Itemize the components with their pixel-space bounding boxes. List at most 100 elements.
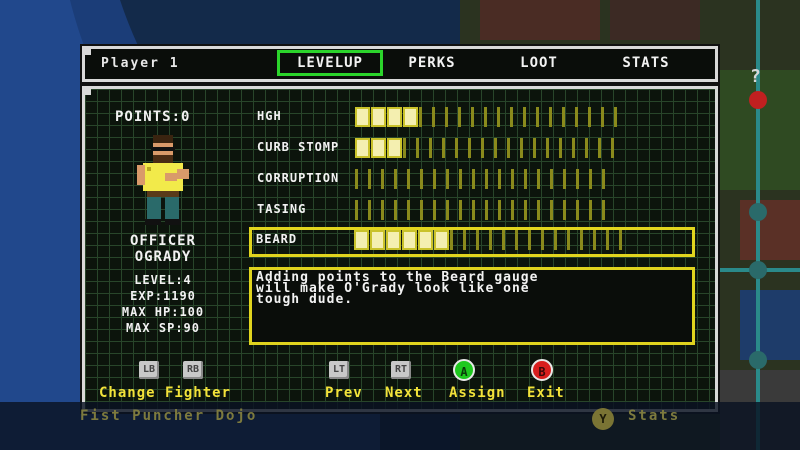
b-button-icon[interactable]: B [531,359,553,381]
lb-button-icon[interactable]: LB [139,361,159,379]
tab-levelup[interactable]: LEVELUP [277,50,383,76]
assign-label[interactable]: Assign [449,385,506,401]
gauge-segment-empty [580,230,583,250]
gauge-segment-empty [450,230,453,250]
gauge-segment-empty [442,138,445,158]
levelup-panel: POINTS:0 OFFICER OGRADY LEVEL:4 EXP:1190… [82,86,718,412]
gauge-segment-empty [476,230,479,250]
gauge-segment-empty [458,107,461,127]
gauge-segment-empty [463,230,466,250]
gauge-segment-empty [589,200,592,220]
gauge-segment-empty [407,200,410,220]
tab-perks[interactable]: PERKS [397,53,467,73]
skill-gauge [355,107,691,127]
location-label: Fist Puncher Dojo [80,408,258,424]
gauge-segment-empty [484,107,487,127]
a-button-icon[interactable]: A [453,359,475,381]
gauge-segment-empty [528,230,531,250]
gauge-segment-empty [497,107,500,127]
gauge-segment-empty [355,200,358,220]
map-marker-red [749,91,767,109]
gauge-segment-empty [537,169,540,189]
gauge-segment-empty [550,200,553,220]
skill-row-beard[interactable]: BEARD [249,227,695,257]
gauge-segment-filled [355,138,370,158]
gauge-segment-filled [370,230,385,250]
gauge-segment-empty [576,169,579,189]
gauge-segment-empty [468,138,471,158]
gauge-segment-empty [511,169,514,189]
gauge-segment-empty [602,200,605,220]
gauge-segment-empty [576,200,579,220]
exit-label[interactable]: Exit [527,385,565,401]
gauge-segment-empty [572,138,575,158]
gauge-segment-empty [485,169,488,189]
gauge-segment-empty [588,107,591,127]
gauge-segment-empty [498,169,501,189]
gauge-segment-empty [416,138,419,158]
gauge-segment-empty [524,200,527,220]
gauge-segment-empty [368,169,371,189]
rb-button-icon[interactable]: RB [183,361,203,379]
gauge-segment-empty [459,200,462,220]
gauge-segment-empty [567,230,570,250]
gauge-segment-empty [537,200,540,220]
gauge-segment-empty [546,138,549,158]
skill-description-box: Adding points to the Beard gauge will ma… [249,267,695,345]
skill-points-label: POINTS:0 [115,109,191,125]
skill-label: CURB STOMP [257,140,340,154]
gauge-segment-empty [593,230,596,250]
gauge-segment-empty [510,107,513,127]
y-button-icon[interactable]: Y [592,408,614,430]
gauge-segment-empty [419,107,422,127]
change-fighter-label[interactable]: Change Fighter [99,385,231,401]
gauge-segment-filled [418,230,433,250]
gauge-segment-empty [481,138,484,158]
skill-label: CORRUPTION [257,171,340,185]
skill-gauge [355,138,691,158]
exp-stat: EXP:1190 [130,289,196,303]
gauge-segment-filled [403,107,418,127]
gauge-segment-empty [432,107,435,127]
gauge-segment-empty [563,200,566,220]
gauge-segment-empty [433,169,436,189]
tab-loot[interactable]: LOOT [509,53,569,73]
gauge-segment-empty [507,138,510,158]
gauge-segment-empty [446,200,449,220]
stats-hint-label[interactable]: Stats [628,408,680,424]
prev-label[interactable]: Prev [325,385,363,401]
gauge-segment-empty [455,138,458,158]
map-mystery-icon: ? [750,66,761,87]
gauge-segment-empty [420,169,423,189]
next-label[interactable]: Next [385,385,423,401]
gauge-segment-empty [563,169,566,189]
gauge-segment-filled [402,230,417,250]
gauge-segment-empty [619,230,622,250]
tab-stats[interactable]: STATS [611,53,681,73]
gauge-segment-empty [429,138,432,158]
max-sp-stat: MAX SP:90 [125,321,201,335]
gauge-segment-empty [394,169,397,189]
lt-button-icon[interactable]: LT [329,361,349,379]
gauge-segment-empty [585,138,588,158]
gauge-segment-empty [494,138,497,158]
max-hp-stat: MAX HP:100 [121,305,205,319]
gauge-segment-empty [606,230,609,250]
gauge-segment-empty [485,200,488,220]
gauge-segment-empty [381,169,384,189]
skill-gauge [354,230,690,250]
rt-button-icon[interactable]: RT [391,361,411,379]
bottom-status-bar: Fist Puncher Dojo Y Stats [0,402,800,450]
gauge-segment-empty [489,230,492,250]
gauge-segment-empty [589,169,592,189]
gauge-segment-filled [371,107,386,127]
gauge-segment-filled [355,107,370,127]
gauge-segment-empty [562,107,565,127]
gauge-segment-empty [471,107,474,127]
gauge-segment-filled [386,230,401,250]
gauge-segment-empty [472,169,475,189]
level-stat: LEVEL:4 [134,273,192,287]
gauge-segment-empty [446,169,449,189]
gauge-segment-empty [611,138,614,158]
gauge-segment-empty [502,230,505,250]
